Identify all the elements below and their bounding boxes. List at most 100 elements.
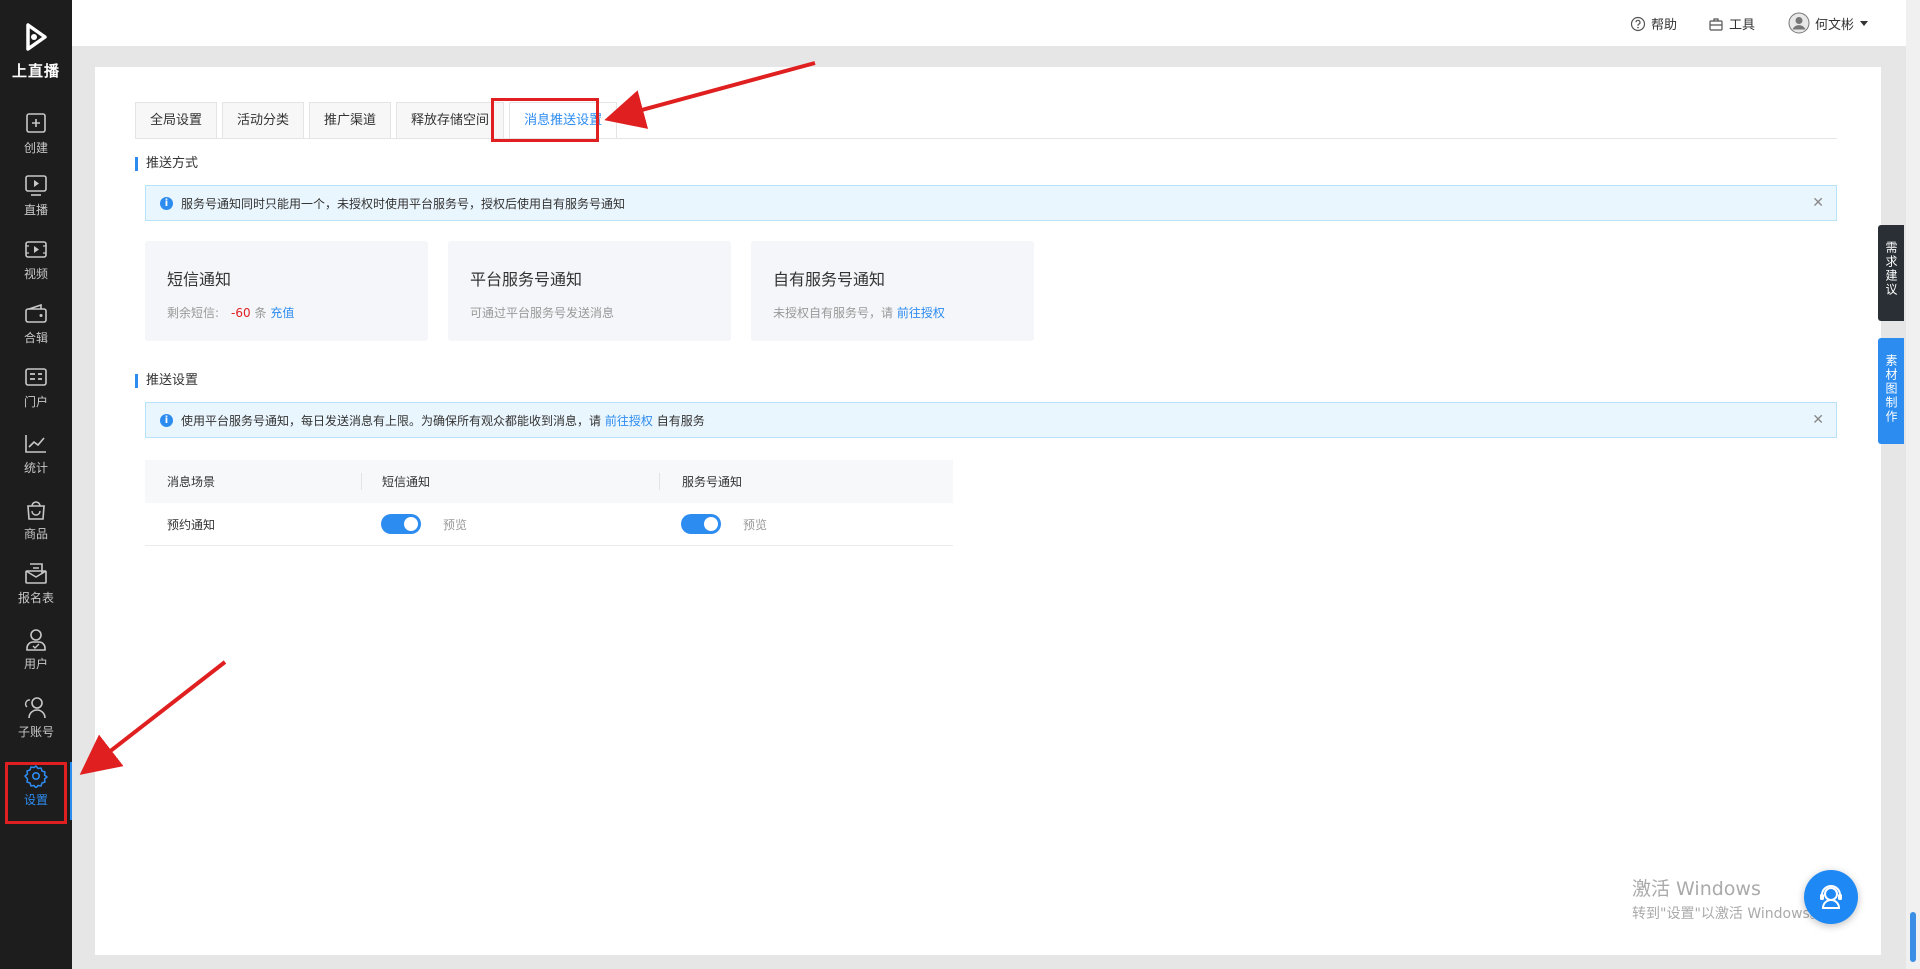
card-title: 短信通知 bbox=[167, 270, 232, 289]
nav-label: 商品 bbox=[23, 527, 48, 541]
nav-label: 报名表 bbox=[17, 591, 54, 605]
feedback-float-tab[interactable]: 需求建议 bbox=[1878, 225, 1904, 321]
table-row: 预约通知 预览 预览 bbox=[145, 503, 953, 546]
col-header-service: 服务号通知 bbox=[659, 473, 953, 490]
col-header-scene: 消息场景 bbox=[167, 475, 216, 489]
tools-label: 工具 bbox=[1729, 18, 1756, 33]
nav-item-registration-form[interactable]: 报名表 bbox=[0, 562, 72, 622]
own-service-desc: 未授权自有服务号，请 bbox=[773, 306, 894, 320]
shopping-bag-icon bbox=[27, 501, 45, 520]
tools-link[interactable]: 工具 bbox=[1708, 14, 1755, 33]
avatar-icon bbox=[1788, 12, 1810, 34]
user-check-icon bbox=[26, 629, 46, 651]
nav-item-video[interactable]: 视频 bbox=[0, 238, 72, 298]
tabs-divider bbox=[135, 138, 1837, 139]
alert-text: 使用平台服务号通知，每日发送消息有上限。为确保所有观众都能收到消息，请 bbox=[181, 413, 602, 428]
nav-label: 合辑 bbox=[23, 331, 48, 345]
tab-global-settings[interactable]: 全局设置 bbox=[135, 102, 218, 138]
users-icon bbox=[24, 697, 46, 719]
nav-label: 用户 bbox=[23, 657, 48, 671]
row-scene: 预约通知 bbox=[167, 517, 216, 532]
help-label: 帮助 bbox=[1651, 18, 1678, 33]
scrollbar-thumb[interactable] bbox=[1910, 912, 1916, 962]
info-icon: i bbox=[160, 196, 173, 210]
recharge-link[interactable]: 充值 bbox=[270, 306, 294, 320]
nav-label: 子账号 bbox=[17, 725, 54, 739]
card-sms-notification: 短信通知 剩余短信: -60 条 充值 bbox=[145, 241, 428, 341]
service-preview-link[interactable]: 预览 bbox=[743, 516, 767, 533]
windows-activation-watermark: 激活 Windows 转到"设置"以激活 Windows。 bbox=[1632, 874, 1824, 923]
push-settings-table: 消息场景 短信通知 服务号通知 预约通知 预览 预览 bbox=[145, 460, 953, 546]
nav-item-collection[interactable]: 合辑 bbox=[0, 302, 72, 362]
card-title: 自有服务号通知 bbox=[773, 270, 886, 289]
logo-icon bbox=[26, 23, 47, 51]
nav-label: 创建 bbox=[23, 141, 48, 155]
customer-service-button[interactable] bbox=[1804, 870, 1858, 924]
line-chart-icon bbox=[25, 435, 46, 453]
sms-remaining-label: 剩余短信: bbox=[167, 306, 220, 320]
alert-suffix: 自有服务 bbox=[656, 413, 705, 428]
sms-cell: 预览 bbox=[361, 514, 659, 534]
sms-toggle[interactable] bbox=[381, 514, 421, 534]
alert-text: 服务号通知同时只能用一个，未授权时使用平台服务号，授权后使用自有服务号通知 bbox=[181, 196, 626, 211]
brand-name: 上直播 bbox=[11, 62, 60, 80]
content-panel: 全局设置 活动分类 推广渠道 释放存储空间 消息推送设置 推送方式 i 服务号通… bbox=[95, 67, 1881, 955]
section-title-push-method: 推送方式 bbox=[135, 157, 198, 171]
form-icon bbox=[25, 563, 47, 584]
material-label: 素材图制作 bbox=[1884, 354, 1898, 424]
plus-square-icon bbox=[26, 113, 46, 133]
service-toggle[interactable] bbox=[681, 514, 721, 534]
play-screen-icon bbox=[25, 175, 47, 196]
service-cell: 预览 bbox=[659, 514, 953, 534]
authorize-link[interactable]: 前往授权 bbox=[897, 306, 945, 320]
watermark-line1: 激活 Windows bbox=[1632, 878, 1761, 900]
card-desc: 剩余短信: -60 条 充值 bbox=[167, 304, 406, 321]
card-own-service-notification: 自有服务号通知 未授权自有服务号，请 前往授权 bbox=[751, 241, 1034, 341]
nav-label: 直播 bbox=[23, 203, 48, 217]
info-icon: i bbox=[160, 413, 173, 427]
card-platform-service-notification: 平台服务号通知 可通过平台服务号发送消息 bbox=[448, 241, 731, 341]
close-icon[interactable]: ✕ bbox=[1812, 195, 1824, 211]
nav-item-live[interactable]: 直播 bbox=[0, 174, 72, 234]
tab-free-storage[interactable]: 释放存储空间 bbox=[396, 102, 505, 138]
tab-highlight-box bbox=[491, 98, 599, 142]
material-float-tab[interactable]: 素材图制作 bbox=[1878, 338, 1904, 444]
page-scrollbar[interactable] bbox=[1906, 0, 1920, 969]
toolbox-icon bbox=[1709, 17, 1723, 31]
portal-icon bbox=[25, 368, 47, 386]
brand-logo[interactable]: 上直播 bbox=[0, 22, 72, 81]
sidebar: 上直播 创建 直播 视频 合辑 门户 统计 商品 报名表 用户 子账号 设置 bbox=[0, 0, 72, 969]
caret-down-icon bbox=[1860, 21, 1869, 26]
nav-item-portal[interactable]: 门户 bbox=[0, 366, 72, 426]
watermark-line2: 转到"设置"以激活 Windows。 bbox=[1632, 906, 1824, 922]
tab-promotion-channels[interactable]: 推广渠道 bbox=[309, 102, 392, 138]
nav-item-products[interactable]: 商品 bbox=[0, 498, 72, 558]
sms-remaining-count: -60 bbox=[231, 306, 251, 320]
nav-label: 视频 bbox=[23, 267, 48, 281]
nav-item-users[interactable]: 用户 bbox=[0, 628, 72, 688]
video-icon bbox=[25, 241, 47, 258]
sms-unit: 条 bbox=[254, 306, 267, 320]
col-header-sms: 短信通知 bbox=[361, 473, 659, 490]
push-method-alert: i 服务号通知同时只能用一个，未授权时使用平台服务号，授权后使用自有服务号通知 … bbox=[145, 185, 1837, 221]
nav-item-create[interactable]: 创建 bbox=[0, 112, 72, 172]
help-link[interactable]: 帮助 bbox=[1630, 14, 1677, 33]
sms-preview-link[interactable]: 预览 bbox=[443, 516, 467, 533]
active-nav-indicator bbox=[70, 762, 72, 820]
card-title: 平台服务号通知 bbox=[470, 270, 583, 289]
card-desc: 可通过平台服务号发送消息 bbox=[470, 306, 615, 320]
alert-authorize-link[interactable]: 前往授权 bbox=[605, 412, 653, 429]
nav-item-settings[interactable]: 设置 bbox=[0, 762, 72, 824]
wallet-icon bbox=[25, 303, 47, 323]
close-icon[interactable]: ✕ bbox=[1812, 412, 1824, 428]
settings-highlight-box bbox=[5, 762, 67, 824]
top-bar: 帮助 工具 何文彬 bbox=[72, 0, 1906, 46]
nav-item-statistics[interactable]: 统计 bbox=[0, 432, 72, 492]
nav-label: 统计 bbox=[23, 461, 48, 475]
headset-icon bbox=[1820, 885, 1842, 909]
nav-item-sub-accounts[interactable]: 子账号 bbox=[0, 696, 72, 756]
tab-activity-categories[interactable]: 活动分类 bbox=[222, 102, 305, 138]
table-header: 消息场景 短信通知 服务号通知 bbox=[145, 460, 953, 503]
question-circle-icon bbox=[1630, 16, 1646, 31]
user-menu[interactable]: 何文彬 bbox=[1788, 12, 1869, 34]
